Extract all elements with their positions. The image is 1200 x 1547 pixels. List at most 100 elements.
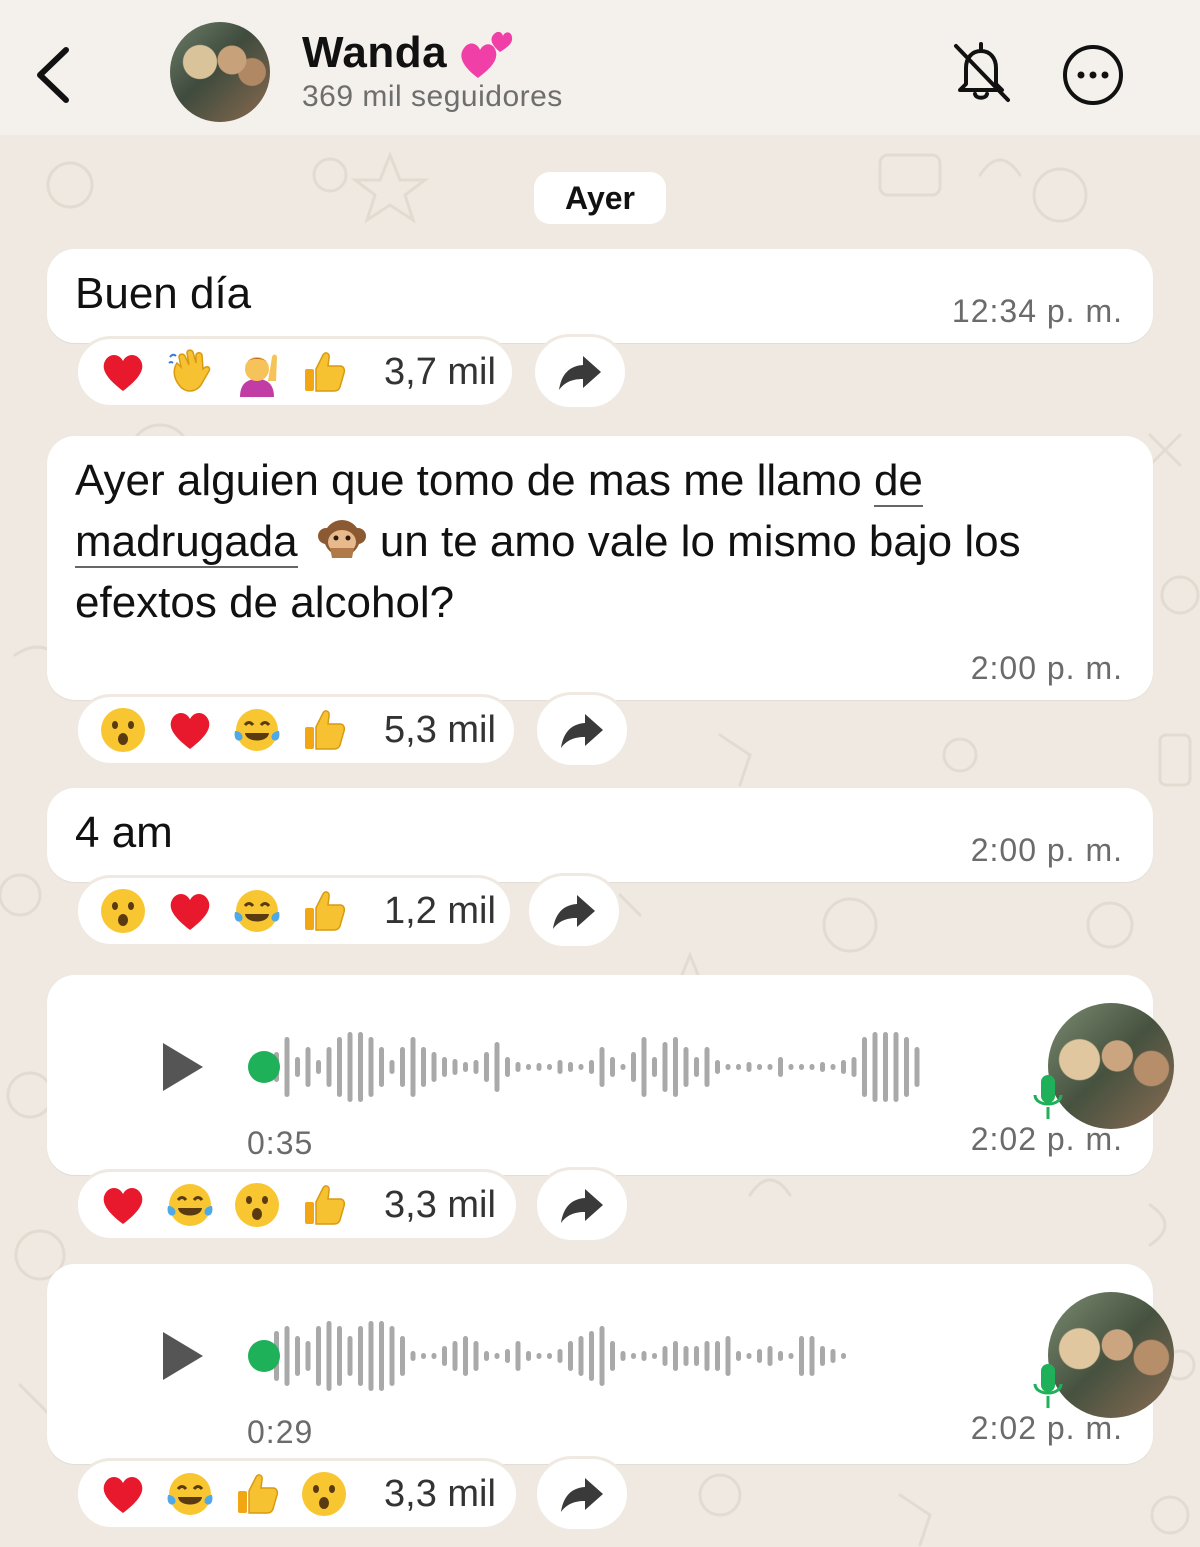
waveform-bar (914, 1047, 920, 1087)
waveform-bar (683, 1047, 689, 1087)
waveform-bar (652, 1057, 657, 1077)
waveform-bar (421, 1047, 426, 1087)
waveform-bar (578, 1064, 584, 1070)
reactions-bar[interactable]: 3,3 mil (75, 1458, 519, 1530)
waveform-bar (515, 1062, 521, 1072)
waveform-bar (704, 1341, 710, 1371)
red-heart-icon (170, 713, 210, 749)
waveform-bar (358, 1032, 363, 1102)
waveform-bar (788, 1353, 794, 1359)
waveform-bar (610, 1057, 615, 1077)
forward-button[interactable] (532, 334, 628, 410)
waveform-bar (736, 1351, 741, 1361)
waveform-bar (620, 1351, 626, 1361)
waveform-bar (484, 1351, 489, 1361)
waveform-bar (694, 1057, 699, 1077)
waveform-bar (589, 1060, 594, 1074)
forward-button[interactable] (534, 692, 630, 768)
waveform-bar (316, 1060, 321, 1074)
waveform-bar (557, 1349, 563, 1363)
waveform-bar (578, 1336, 584, 1376)
message-text: 4 am (75, 808, 173, 857)
waveform-bar (284, 1326, 290, 1386)
microphone-icon (1033, 1364, 1063, 1408)
waveform-bar (893, 1032, 899, 1102)
waveform-bar (494, 1042, 500, 1092)
message-bubble[interactable]: 4 am 2:00 p. m. (47, 788, 1153, 882)
message-time: 2:02 p. m. (970, 1410, 1123, 1446)
waveform-bar (568, 1062, 573, 1072)
waveform-bar (757, 1349, 762, 1363)
audio-waveform[interactable] (242, 1316, 1002, 1396)
waveform-bar (841, 1353, 846, 1359)
waveform-bar (431, 1353, 437, 1359)
channel-avatar[interactable] (170, 22, 270, 122)
forward-button[interactable] (534, 1456, 630, 1532)
waveform-bar (662, 1346, 668, 1366)
waveform-bar (473, 1060, 479, 1074)
forward-button[interactable] (526, 873, 622, 949)
message-line-3: efextos de alcohol? (75, 578, 455, 627)
message-time: 2:00 p. m. (970, 832, 1123, 868)
reactions-bar[interactable]: 3,3 mil (75, 1169, 519, 1241)
forward-arrow-icon (561, 714, 603, 748)
waveform-bar (830, 1064, 836, 1070)
waveform-bar (620, 1064, 626, 1070)
waveform-bar (442, 1346, 447, 1366)
reactions-bar[interactable]: 3,7 mil (75, 336, 515, 408)
audio-waveform[interactable] (242, 1027, 1002, 1107)
waveform-bar (368, 1321, 374, 1391)
message-line-1-text: Ayer alguien que tomo de mas me llamo (75, 456, 874, 505)
waveform-bar (799, 1064, 804, 1070)
waveform-bar (673, 1341, 678, 1371)
muted-bell-icon[interactable] (946, 38, 1016, 108)
waveform-bar (389, 1060, 395, 1074)
tears-of-joy-icon (234, 709, 280, 751)
waveform-bar (463, 1336, 468, 1376)
date-link[interactable]: madrugada (75, 517, 298, 568)
playback-scrubber[interactable] (248, 1051, 280, 1083)
playback-scrubber[interactable] (248, 1340, 280, 1372)
forward-arrow-icon (561, 1478, 603, 1512)
play-icon[interactable] (159, 1039, 207, 1095)
reaction-count: 3,7 mil (384, 350, 496, 393)
two-hearts-icon (461, 31, 513, 78)
waveform-bar (725, 1064, 731, 1070)
back-arrow-icon[interactable] (28, 40, 78, 110)
voice-message-bubble[interactable]: 0:35 2:02 p. m. (47, 975, 1174, 1175)
waveform-bar (347, 1336, 353, 1376)
waveform-bar (284, 1037, 290, 1097)
reactions-bar[interactable]: 1,2 mil (75, 875, 513, 947)
waveform-bar (347, 1032, 353, 1102)
astonished-face-icon (302, 1472, 346, 1516)
waveform-bar (368, 1037, 374, 1097)
message-bubble[interactable]: Ayer alguien que tomo de mas me llamo de… (47, 436, 1153, 700)
waveform-bar (736, 1064, 741, 1070)
waveform-bar (673, 1037, 678, 1097)
waveform-bar (778, 1351, 783, 1361)
waveform-bar (494, 1353, 500, 1359)
message-time: 2:00 p. m. (970, 650, 1123, 686)
audio-duration: 0:35 (247, 1125, 314, 1161)
waveform-bar (442, 1057, 447, 1077)
more-options-icon[interactable] (1060, 42, 1126, 108)
voice-message-bubble[interactable]: 0:29 2:02 p. m. (47, 1264, 1174, 1464)
waveform-bar (820, 1062, 825, 1072)
waveform-bar (641, 1037, 647, 1097)
red-heart-icon (103, 355, 143, 391)
channel-name[interactable]: Wanda (302, 28, 447, 78)
reactions-bar[interactable]: 5,3 mil (75, 694, 517, 766)
forward-button[interactable] (534, 1167, 630, 1243)
waveform-bar (715, 1060, 720, 1074)
waveform-bar (883, 1032, 888, 1102)
waveform-bar (400, 1336, 405, 1376)
waveform-bar (872, 1032, 878, 1102)
play-icon[interactable] (159, 1328, 207, 1384)
waveform-bar (799, 1336, 804, 1376)
date-link[interactable]: de (873, 456, 923, 507)
waveform-bar (421, 1353, 426, 1359)
waveform-bar (389, 1326, 395, 1386)
reaction-count: 1,2 mil (384, 889, 496, 932)
waveform-bar (326, 1321, 332, 1391)
message-bubble[interactable]: Buen día 12:34 p. m. (47, 249, 1153, 343)
